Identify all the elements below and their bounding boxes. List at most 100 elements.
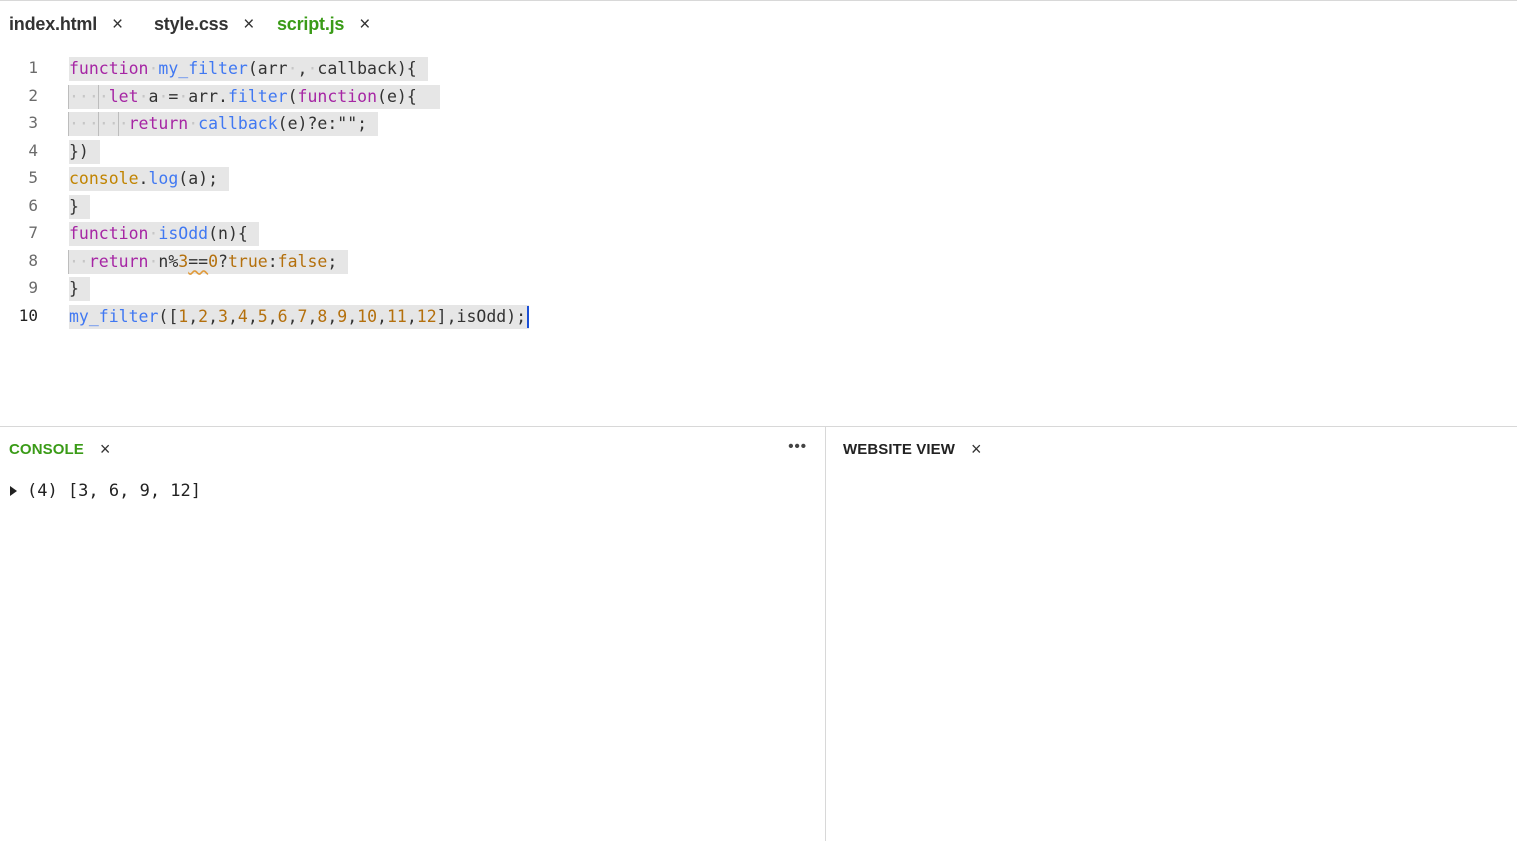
code-token: (n){ [208, 224, 248, 243]
code-token: . [138, 169, 149, 188]
keyword: function [69, 224, 149, 243]
code-token: , [188, 306, 199, 326]
website-view-title[interactable]: WEBSITE VIEW [843, 441, 955, 458]
expand-triangle-icon[interactable] [10, 486, 17, 496]
line-number: 1 [28, 58, 38, 77]
tab-index-html[interactable]: index.html × [9, 11, 123, 37]
console-title[interactable]: CONSOLE [9, 441, 84, 458]
number-literal: 12 [416, 306, 437, 326]
code-text[interactable]: }) [69, 139, 100, 164]
keyword: return [128, 114, 189, 133]
code-token: ],isOdd); [436, 306, 527, 326]
boolean-literal: false [277, 251, 328, 271]
tab-label: style.css [154, 13, 229, 34]
code-token: , [347, 306, 358, 326]
text-cursor [527, 306, 530, 328]
close-icon[interactable]: × [112, 15, 123, 34]
code-line[interactable]: 2 ····let·a·=·arr.filter(function(e){ [0, 82, 1517, 110]
code-token: = [168, 86, 179, 106]
number-list: 1,2,3,4,5,6,7,8,9,10,11,12 [178, 307, 436, 326]
code-text[interactable]: ····let·a·=·arr.filter(function(e){ [68, 84, 440, 109]
code-token: , [327, 306, 338, 326]
code-text[interactable]: function·isOdd(n){ [69, 222, 259, 246]
code-text[interactable]: my_filter([1,2,3,4,5,6,7,8,9,10,11,12],i… [69, 304, 530, 329]
code-text[interactable]: ··return·n%3==0?true:false; [68, 249, 349, 274]
line-number: 8 [28, 250, 38, 270]
tab-label: script.js [277, 13, 345, 34]
line-number: 4 [28, 140, 38, 160]
line-number: 6 [28, 195, 38, 215]
close-icon[interactable]: × [243, 15, 254, 34]
code-text[interactable]: ······return·callback(e)?e:""; [68, 112, 379, 136]
line-number: 10 [18, 305, 38, 325]
number-literal: 10 [357, 306, 378, 326]
code-token: , [377, 306, 387, 326]
editor-tab-bar: index.html × style.css × script.js × [0, 0, 1517, 46]
object-name: console [69, 169, 139, 188]
number-literal: 11 [386, 306, 407, 326]
code-line[interactable]: 1 function·my_filter(arr·,·callback){ [0, 54, 1517, 82]
code-text[interactable]: function·my_filter(arr·,·callback){ [69, 57, 428, 81]
number-literal: 3 [218, 306, 228, 326]
line-number: 7 [28, 223, 38, 242]
number-literal: 3 [178, 251, 189, 271]
code-line[interactable]: 6 } [0, 192, 1517, 220]
code-token: ( [287, 86, 298, 106]
code-text[interactable]: console.log(a); [69, 167, 230, 191]
method-name: log [148, 169, 179, 188]
code-line-current[interactable]: 10 my_filter([1,2,3,4,5,6,7,8,9,10,11,12… [0, 302, 1517, 330]
code-line[interactable]: 5 console.log(a); [0, 164, 1517, 192]
code-editor[interactable]: 1 function·my_filter(arr·,·callback){ 2 … [0, 46, 1517, 426]
keyword: return [88, 251, 149, 271]
code-token: (a); [178, 169, 219, 188]
tab-script-js[interactable]: script.js × [277, 11, 370, 37]
console-panel: CONSOLE × ••• (4) [3, 6, 9, 12] [0, 427, 826, 841]
console-header: CONSOLE × [9, 439, 110, 459]
code-line[interactable]: 4 }) [0, 137, 1517, 165]
code-token: arr. [188, 86, 228, 106]
method-name: filter [228, 86, 288, 106]
tab-style-css[interactable]: style.css × [154, 11, 254, 37]
code-token: , [267, 306, 278, 326]
code-line[interactable]: 9 } [0, 274, 1517, 302]
number-literal: 6 [277, 306, 288, 326]
code-line[interactable]: 3 ······return·callback(e)?e:""; [0, 109, 1517, 137]
function-name: my_filter [158, 59, 248, 78]
close-icon[interactable]: × [359, 15, 370, 34]
number-literal: 2 [198, 306, 209, 326]
code-text[interactable]: } [69, 277, 90, 301]
code-line[interactable]: 8 ··return·n%3==0?true:false; [0, 247, 1517, 275]
boolean-literal: true [227, 251, 268, 271]
keyword: function [297, 86, 378, 106]
code-token: , [208, 306, 219, 326]
code-token: n% [158, 251, 179, 271]
keyword: function [69, 59, 149, 78]
more-options-icon[interactable]: ••• [788, 438, 807, 455]
code-token: a [148, 86, 159, 106]
code-token: , [287, 306, 298, 326]
code-token: , [227, 306, 238, 326]
code-text[interactable]: } [69, 194, 90, 219]
code-line[interactable]: 7 function·isOdd(n){ [0, 219, 1517, 247]
console-output: (4) [3, 6, 9, 12] [27, 481, 201, 501]
line-number: 3 [28, 113, 38, 132]
number-literal: 1 [178, 306, 189, 326]
code-token: ; [327, 251, 338, 271]
code-token: (e)?e:""; [277, 114, 368, 133]
code-token: , [297, 59, 308, 78]
code-token: (arr [247, 59, 288, 78]
close-icon[interactable]: × [100, 440, 111, 458]
close-icon[interactable]: × [971, 440, 982, 458]
console-log-entry[interactable]: (4) [3, 6, 9, 12] [10, 479, 201, 503]
warning-squiggle: == [188, 251, 209, 271]
code-token: , [247, 306, 258, 326]
number-literal: 8 [317, 306, 328, 326]
tab-label: index.html [9, 13, 98, 34]
number-literal: 0 [208, 251, 219, 271]
bottom-panels: CONSOLE × ••• (4) [3, 6, 9, 12] WEBSITE … [0, 426, 1517, 841]
code-token: ([ [158, 306, 179, 326]
number-literal: 7 [297, 306, 308, 326]
number-literal: 4 [237, 306, 248, 326]
function-name: my_filter [69, 306, 159, 326]
function-name: isOdd [158, 224, 209, 243]
